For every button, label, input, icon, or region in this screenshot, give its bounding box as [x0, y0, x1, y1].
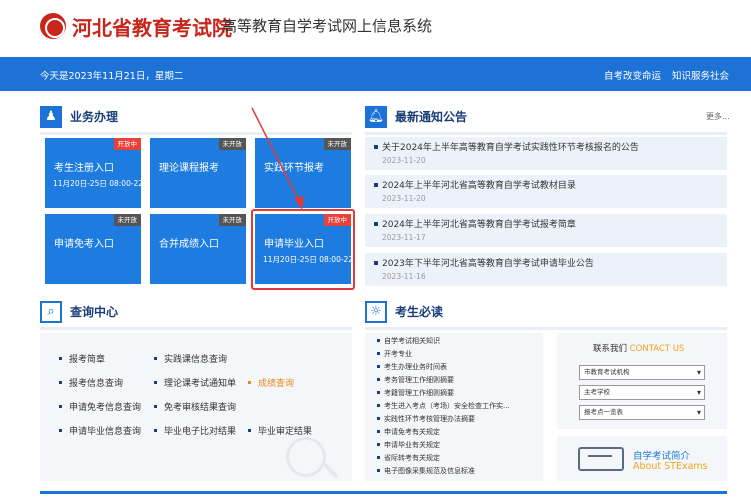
bullet-icon: [374, 222, 378, 226]
magnifier-watermark-icon: [286, 437, 326, 477]
must-read-link[interactable]: 电子图像采集规范及信息标准: [377, 466, 475, 476]
footer-divider: [40, 491, 727, 494]
query-link[interactable]: 报考简章: [58, 352, 105, 365]
query-title: 查询中心: [70, 305, 119, 319]
query-link[interactable]: 毕业审定结果: [247, 424, 312, 437]
news-item[interactable]: 关于2024年上半年高等教育自学考试实践性环节考核报名的公告 2023-11-2…: [365, 137, 727, 170]
lightbulb-icon: ☼: [365, 301, 387, 323]
query-section-header: ⌕ 查询中心: [40, 299, 352, 330]
news-item-title[interactable]: 2024年上半年河北省高等教育自学考试报考简章: [382, 217, 576, 230]
select-exam-institution[interactable]: 市教育考试机构: [579, 365, 705, 380]
news-item-title[interactable]: 2024年上半年河北省高等教育自学考试教材目录: [382, 178, 576, 191]
hand-book-icon: [578, 447, 624, 471]
must-read-link[interactable]: 申请免考有关规定: [377, 427, 440, 437]
news-more-link[interactable]: 更多...: [706, 111, 730, 122]
news-item-date: 2023-11-20: [382, 194, 426, 203]
must-read-link[interactable]: 申请毕业有关规定: [377, 440, 440, 450]
divider: [365, 327, 727, 330]
bullet-icon: [374, 183, 378, 187]
query-link[interactable]: 免考审核结果查询: [153, 400, 236, 413]
news-section-header: 🔔︎ 最新通知公告: [365, 104, 727, 135]
must-read-section-header: ☼ 考生必读: [365, 299, 727, 330]
must-read-link[interactable]: 自学考试相关知识: [377, 336, 440, 346]
divider: [40, 327, 352, 330]
bell-icon: 🔔︎: [365, 106, 387, 128]
news-item-date: 2023-11-16: [382, 272, 426, 281]
about-title-cn[interactable]: 自学考试简介: [633, 448, 690, 462]
news-item[interactable]: 2024年上半年河北省高等教育自学考试教材目录 2023-11-20: [365, 175, 727, 208]
query-link[interactable]: 申请毕业信息查询: [58, 424, 141, 437]
must-read-link[interactable]: 考生办理业务时间表: [377, 362, 447, 372]
news-title: 最新通知公告: [395, 110, 468, 124]
must-read-link[interactable]: 考务管理工作细则摘要: [377, 375, 454, 385]
contact-title-en: CONTACT US: [629, 344, 685, 354]
query-link[interactable]: 申请免考信息查询: [58, 400, 141, 413]
contact-title-cn: 联系我们: [593, 344, 628, 354]
must-read-link[interactable]: 考生进入考点（考场）安全检查工作实...: [377, 401, 510, 411]
search-icon: ⌕: [40, 301, 62, 323]
news-item-date: 2023-11-20: [382, 156, 426, 165]
bullet-icon: [374, 261, 378, 265]
news-item[interactable]: 2023年下半年河北省高等教育自学考试申请毕业公告 2023-11-16: [365, 253, 727, 286]
news-item-date: 2023-11-17: [382, 233, 426, 242]
must-read-link[interactable]: 开考专业: [377, 349, 412, 359]
select-main-school[interactable]: 主考学校: [579, 385, 705, 400]
must-read-title: 考生必读: [395, 305, 444, 319]
must-read-link[interactable]: 省际转考有关规定: [377, 453, 440, 463]
bullet-icon: [374, 145, 378, 149]
news-item-title[interactable]: 2023年下半年河北省高等教育自学考试申请毕业公告: [382, 256, 594, 269]
query-link[interactable]: 报考信息查询: [58, 376, 123, 389]
query-link[interactable]: 毕业电子比对结果: [153, 424, 236, 437]
divider: [365, 132, 727, 135]
about-title-en[interactable]: About STExams: [633, 461, 708, 472]
select-exam-sites[interactable]: 报考点一览表: [579, 405, 705, 420]
query-link[interactable]: 理论课考试通知单: [153, 376, 236, 389]
news-item-title[interactable]: 关于2024年上半年高等教育自学考试实践性环节考核报名的公告: [382, 140, 639, 153]
must-read-link[interactable]: 实践性环节考核管理办法摘要: [377, 414, 475, 424]
query-link[interactable]: 实践课信息查询: [153, 352, 227, 365]
contact-title: 联系我们 CONTACT US: [593, 342, 684, 354]
query-link-scores[interactable]: 成绩查询: [247, 376, 294, 389]
must-read-link[interactable]: 考籍管理工作细则摘要: [377, 388, 454, 398]
news-item[interactable]: 2024年上半年河北省高等教育自学考试报考简章 2023-11-17: [365, 214, 727, 247]
